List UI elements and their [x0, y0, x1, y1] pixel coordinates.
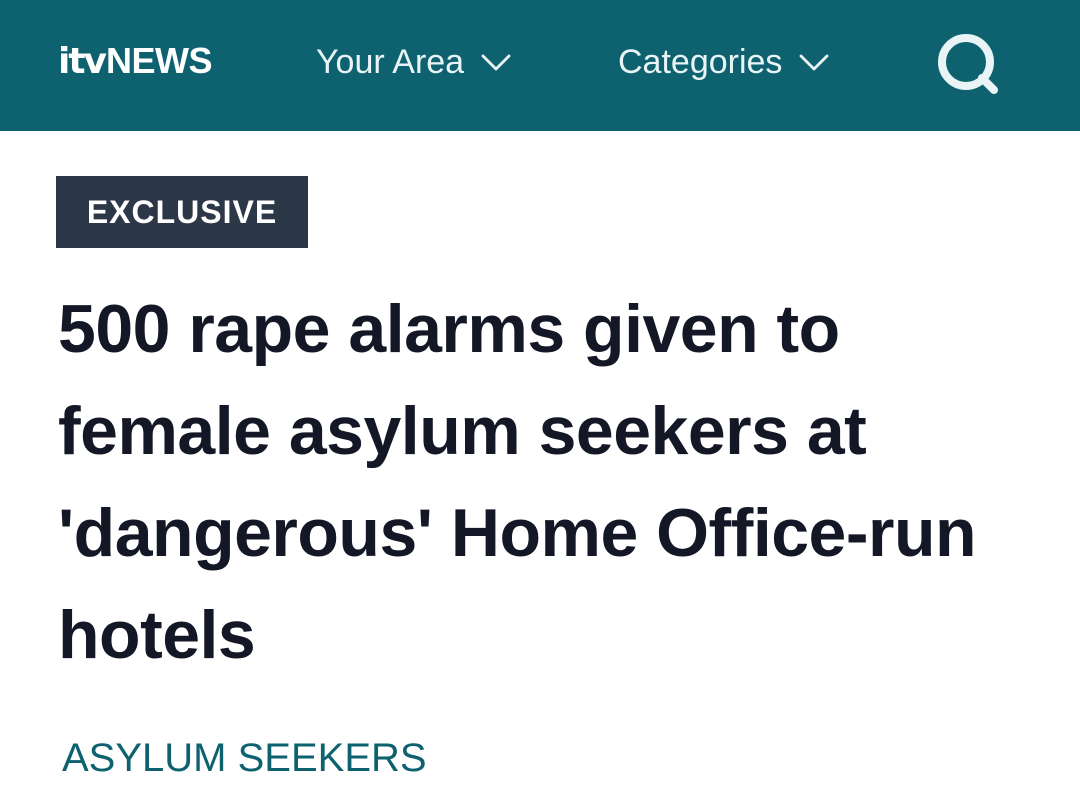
chevron-down-icon — [481, 54, 511, 71]
nav-categories[interactable]: Categories — [618, 40, 830, 84]
search-button[interactable] — [936, 32, 1000, 96]
top-navigation-bar: itv NEWS Your Area Categories — [0, 0, 1080, 131]
logo-news-text: NEWS — [106, 40, 213, 81]
exclusive-badge: EXCLUSIVE — [56, 176, 308, 248]
logo-itv-text: itv — [58, 41, 107, 82]
itv-news-logo[interactable]: itv NEWS — [58, 40, 213, 82]
chevron-down-icon — [800, 54, 829, 71]
nav-your-area-label: Your Area — [316, 42, 465, 81]
nav-your-area[interactable]: Your Area — [316, 40, 512, 84]
nav-categories-label: Categories — [618, 42, 783, 81]
topic-tag-link[interactable]: ASYLUM SEEKERS — [62, 734, 427, 782]
search-icon — [938, 34, 998, 94]
article-headline: 500 rape alarms given to female asylum s… — [58, 291, 977, 673]
